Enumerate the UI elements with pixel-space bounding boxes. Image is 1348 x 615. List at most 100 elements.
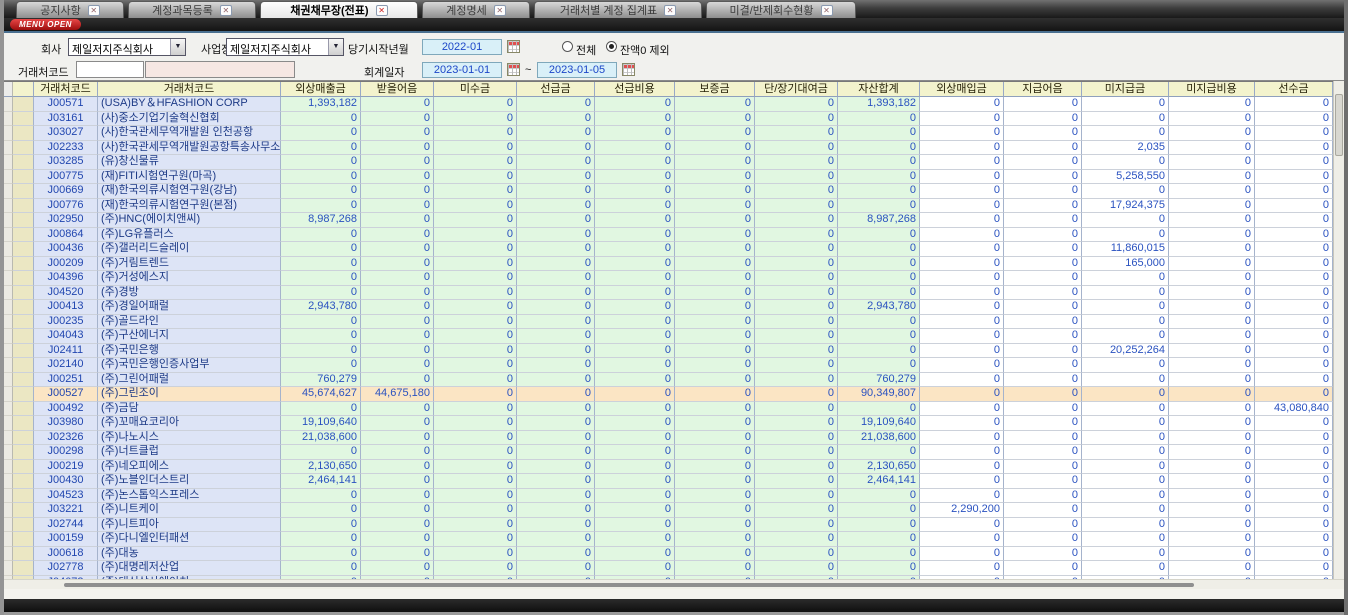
close-icon[interactable]: ✕ [88,5,100,16]
close-icon[interactable]: ✕ [664,5,676,16]
code-cell: J00776 [34,199,98,214]
table-row[interactable]: J00669(재)한국의류시험연구원(강남)0000000000000 [4,184,1333,199]
tab-1[interactable]: 공지사항✕ [16,1,124,18]
table-row[interactable]: J00571(USA)BY＆HFASHION CORP1,393,1820000… [4,97,1333,112]
table-row[interactable]: J04043(주)구산에너지0000000000000 [4,329,1333,344]
num-cell: 0 [1004,547,1082,562]
table-row[interactable]: J02326(주)나노시스21,038,60000000021,038,6000… [4,431,1333,446]
site-select[interactable]: 제일저지주식회사 ▼ [226,38,344,56]
date-from-field[interactable]: 2023-01-01 [422,62,502,78]
num-cell: 0 [517,561,595,576]
calendar-icon[interactable] [622,63,635,76]
tab-5[interactable]: 거래처별 계정 집계표✕ [534,1,702,18]
num-cell: 0 [434,228,517,243]
company-select[interactable]: 제일저지주식회사 ▼ [68,38,186,56]
vendor-code-input[interactable] [76,61,144,78]
close-icon[interactable]: ✕ [376,5,388,16]
horizontal-scrollbar-thumb[interactable] [64,583,1194,587]
table-row[interactable]: J03027(사)한국관세무역개발원 인천공항0000000000000 [4,126,1333,141]
table-row[interactable]: J02950(주)HNC(에이치앤씨)8,987,2680000008,987,… [4,213,1333,228]
table-row[interactable]: J02778(주)대명레저산업0000000000000 [4,561,1333,576]
name-cell: (USA)BY＆HFASHION CORP [98,97,281,112]
table-row[interactable]: J00775(재)FITI시험연구원(마곡)00000000005,258,55… [4,170,1333,185]
table-row[interactable]: J00618(주)대농0000000000000 [4,547,1333,562]
num-cell: 0 [1255,373,1333,388]
name-cell: (주)니트케이 [98,503,281,518]
table-row[interactable]: J03285(유)창신물류0000000000000 [4,155,1333,170]
gutter-cell [4,126,13,141]
code-cell: J00864 [34,228,98,243]
table-row[interactable]: J04520(주)경방0000000000000 [4,286,1333,301]
vertical-scrollbar-thumb[interactable] [1335,94,1343,156]
table-row[interactable]: J00235(주)골드라인0000000000000 [4,315,1333,330]
num-cell: 0 [1255,141,1333,156]
horizontal-scrollbar[interactable] [4,579,1344,589]
table-row[interactable]: J04523(주)논스톱익스프레스0000000000000 [4,489,1333,504]
tab-2[interactable]: 계정과목등록✕ [128,1,256,18]
num-cell: 0 [920,112,1004,127]
num-cell: 0 [1169,329,1255,344]
num-cell: 0 [1004,141,1082,156]
name-cell: (주)대명레저산업 [98,561,281,576]
tab-4[interactable]: 계정명세✕ [422,1,530,18]
name-cell: (주)금담 [98,402,281,417]
radio-exclude-zero[interactable] [606,41,617,52]
num-cell: 0 [281,141,361,156]
table-row[interactable]: J00527(주)그린조이45,674,62744,675,1800000090… [4,387,1333,402]
table-row[interactable]: J00219(주)네오피에스2,130,6500000002,130,65000… [4,460,1333,475]
vertical-scrollbar[interactable] [1333,81,1344,579]
num-cell: 0 [1082,184,1169,199]
vendor-name-input[interactable] [145,61,295,78]
close-icon[interactable]: ✕ [220,5,232,16]
table-row[interactable]: J02233(사)한국관세무역개발원공항특송사무소00000000002,035… [4,141,1333,156]
table-row[interactable]: J00864(주)LG유플러스0000000000000 [4,228,1333,243]
num-cell: 0 [434,155,517,170]
table-row[interactable]: J04396(주)거성에스지0000000000000 [4,271,1333,286]
tab-6[interactable]: 미결/반제회수현황✕ [706,1,856,18]
app-window: 공지사항✕계정과목등록✕채권채무장(전표)✕계정명세✕거래처별 계정 집계표✕미… [0,0,1348,615]
close-icon[interactable]: ✕ [494,5,506,16]
table-row[interactable]: J00159(주)다니엘인터패션0000000000000 [4,532,1333,547]
tab-3[interactable]: 채권채무장(전표)✕ [260,1,418,18]
table-row[interactable]: J00776(재)한국의류시험연구원(본점)000000000017,924,3… [4,199,1333,214]
num-cell: 0 [595,329,675,344]
num-cell: 0 [675,141,755,156]
period-field[interactable]: 2022-01 [422,39,502,55]
calendar-icon[interactable] [507,40,520,53]
table-row[interactable]: J03221(주)니트케이000000002,290,2000000 [4,503,1333,518]
table-row[interactable]: J00209(주)거림트렌드0000000000165,00000 [4,257,1333,272]
close-icon[interactable]: ✕ [821,5,833,16]
table-row[interactable]: J03161(사)중소기업기술혁신협회0000000000000 [4,112,1333,127]
table-row[interactable]: J02744(주)니트피아0000000000000 [4,518,1333,533]
table-row[interactable]: J02411(주)국민은행000000000020,252,26400 [4,344,1333,359]
num-cell: 0 [517,532,595,547]
table-header-row: 거래처코드거래처코드외상매출금받을어음미수금선급금선급비용보증금단/장기대여금자… [4,81,1333,97]
table-row[interactable]: J00298(주)너트클럽0000000000000 [4,445,1333,460]
num-cell: 5,258,550 [1082,170,1169,185]
num-cell: 760,279 [838,373,920,388]
date-to-field[interactable]: 2023-01-05 [537,62,617,78]
chevron-down-icon[interactable]: ▼ [328,39,343,55]
chevron-down-icon[interactable]: ▼ [170,39,185,55]
calendar-icon[interactable] [507,63,520,76]
num-cell: 0 [1255,300,1333,315]
table-row[interactable]: J00436(주)갤러리드슬레이000000000011,860,01500 [4,242,1333,257]
radio-all[interactable] [562,41,573,52]
num-cell: 0 [595,489,675,504]
table-row[interactable]: J00492(주)금담00000000000043,080,840 [4,402,1333,417]
num-cell: 0 [1004,431,1082,446]
num-cell: 0 [1255,547,1333,562]
num-cell: 0 [1004,213,1082,228]
name-cell: (주)꼬매요코리아 [98,416,281,431]
menu-open-button[interactable]: MENU OPEN [10,19,81,30]
tag-cell [13,402,34,417]
num-cell: 0 [1169,474,1255,489]
table-row[interactable]: J00251(주)그린어패럴760,279000000760,27900000 [4,373,1333,388]
table-row[interactable]: J02140(주)국민은행인증사업부0000000000000 [4,358,1333,373]
table-row[interactable]: J03980(주)꼬매요코리아19,109,64000000019,109,64… [4,416,1333,431]
tag-cell [13,97,34,112]
table-row[interactable]: J00413(주)경일어패럴2,943,7800000002,943,78000… [4,300,1333,315]
num-cell: 0 [675,126,755,141]
num-cell: 0 [1169,547,1255,562]
table-row[interactable]: J00430(주)노블인더스트리2,464,1410000002,464,141… [4,474,1333,489]
